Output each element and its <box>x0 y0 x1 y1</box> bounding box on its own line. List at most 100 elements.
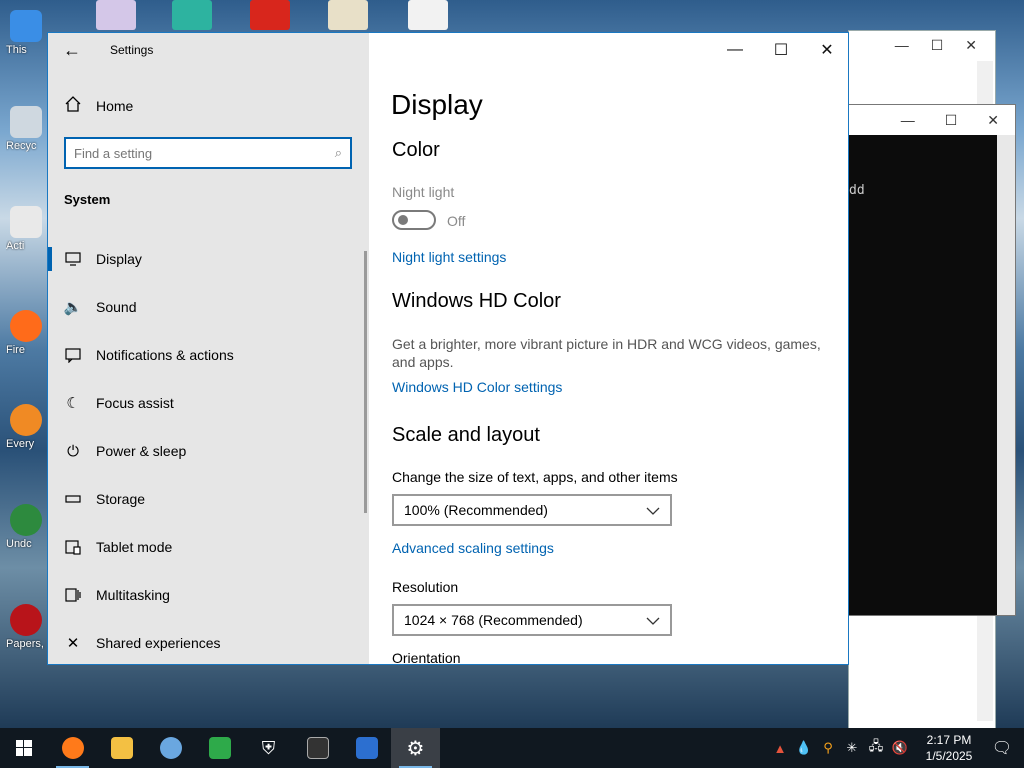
nav-item-label: Power & sleep <box>96 443 187 459</box>
undo-app-icon <box>10 504 42 536</box>
network-icon[interactable]: 🖧 <box>868 738 884 756</box>
console-output: dd <box>849 183 865 198</box>
notification-icon <box>64 346 82 364</box>
night-light-toggle[interactable] <box>392 210 436 230</box>
nav-item-tablet-mode[interactable]: Tablet mode <box>48 523 364 571</box>
search-icon[interactable]: ⌕ <box>335 145 342 161</box>
nav-item-label: Notifications & actions <box>96 347 234 363</box>
papers-please-icon <box>10 604 42 636</box>
scale-value: 100% (Recommended) <box>404 502 548 518</box>
back-button[interactable]: ← <box>48 33 96 67</box>
night-light-settings-link[interactable]: Night light settings <box>392 249 506 265</box>
tablet-icon <box>64 538 82 556</box>
hd-color-description: Get a brighter, more vibrant picture in … <box>392 336 821 370</box>
minimize-icon[interactable]: — <box>901 112 915 128</box>
volume-muted-icon[interactable]: 🔇 <box>892 740 908 756</box>
maximize-button[interactable]: ☐ <box>758 33 804 67</box>
close-button[interactable]: ✕ <box>804 33 848 67</box>
taskbar-green-app[interactable] <box>195 728 244 768</box>
resolution-label: Resolution <box>392 579 459 595</box>
snowflake-icon[interactable]: ✳ <box>844 740 860 756</box>
firefox-icon <box>10 310 42 342</box>
clock-date: 1/5/2025 <box>925 749 973 763</box>
taskbar-settings[interactable]: ⚙ <box>391 728 440 768</box>
hd-color-heading: Windows HD Color <box>392 290 561 312</box>
taskbar-command-prompt[interactable] <box>293 728 342 768</box>
desktop-icon-recycle-bin[interactable]: Recyc <box>6 106 46 162</box>
nav-item-label: Display <box>96 251 142 267</box>
action-center-icon[interactable]: 🗨 <box>992 738 1012 758</box>
nav-item-shared-experiences[interactable]: ✕ Shared experiences <box>48 619 364 664</box>
gear-icon: ⚙ <box>406 737 425 760</box>
desktop-icon-undo[interactable]: Undc <box>6 504 46 560</box>
system-tray: ▲ 💧 ⚲ ✳ 🖧 🔇 2:17 PM 1/5/2025 <box>772 728 976 768</box>
taskbar-powershell[interactable] <box>342 728 391 768</box>
nav-scrollbar[interactable] <box>364 251 367 513</box>
desktop-top-icon-3[interactable] <box>250 0 290 30</box>
hd-color-settings-link[interactable]: Windows HD Color settings <box>392 379 562 395</box>
desktop-icon-firefox[interactable]: Fire <box>6 310 46 366</box>
maximize-icon[interactable]: ☐ <box>931 37 944 54</box>
desktop-icon-activate[interactable]: Acti <box>6 206 46 262</box>
taskbar-windows-security[interactable]: ⛨ <box>244 728 293 768</box>
close-icon[interactable]: ✕ <box>965 37 977 54</box>
scale-label: Change the size of text, apps, and other… <box>392 469 678 485</box>
desktop-icon-papers-please[interactable]: Papers, P <box>6 604 46 660</box>
nav-item-label: Tablet mode <box>96 539 173 555</box>
folder-icon <box>110 737 133 759</box>
nav-item-display[interactable]: Display <box>48 235 364 283</box>
tray-app-icon[interactable]: ▲ <box>772 740 788 756</box>
console-window[interactable]: — ☐ ✕ dd <box>848 104 1016 616</box>
resolution-dropdown[interactable]: 1024 × 768 (Recommended) <box>392 604 672 636</box>
page-title: Display <box>391 89 483 120</box>
clock[interactable]: 2:17 PM 1/5/2025 <box>922 732 976 764</box>
minimize-icon[interactable]: — <box>895 37 909 53</box>
powershell-icon <box>355 737 378 759</box>
taskbar-firefox[interactable] <box>48 728 97 768</box>
nav-item-label: Focus assist <box>96 395 174 411</box>
nav-item-sound[interactable]: 🔈 Sound <box>48 283 364 331</box>
storage-icon <box>64 490 82 508</box>
desktop-icon-everything[interactable]: Every <box>6 404 46 460</box>
night-light-label: Night light <box>392 184 455 200</box>
search-input[interactable] <box>74 145 335 161</box>
desktop-icon-this-pc[interactable]: This <box>6 10 46 66</box>
firefox-icon <box>61 737 84 759</box>
nav-item-focus-assist[interactable]: ☾ Focus assist <box>48 379 364 427</box>
nav-item-power-sleep[interactable]: ⏻ Power & sleep <box>48 427 364 475</box>
window-controls: — ☐ ✕ <box>712 33 848 67</box>
desktop-top-icon-1[interactable] <box>96 0 136 30</box>
scale-layout-heading: Scale and layout <box>392 424 540 446</box>
close-icon: ✕ <box>820 42 834 59</box>
minimize-icon: — <box>727 41 743 58</box>
terminal-icon <box>306 737 329 759</box>
search-box[interactable]: ⌕ <box>64 137 352 169</box>
nav-item-label: Sound <box>96 299 137 315</box>
scrollbar[interactable] <box>997 135 1015 615</box>
nav-item-label: Storage <box>96 491 146 507</box>
close-icon[interactable]: ✕ <box>987 112 999 129</box>
settings-content-pane: — ☐ ✕ Display Color Night light Off Nigh… <box>369 33 848 665</box>
scale-dropdown[interactable]: 100% (Recommended) <box>392 494 672 526</box>
droplet-icon[interactable]: 💧 <box>796 740 812 756</box>
nav-home[interactable]: Home <box>64 95 133 116</box>
taskbar-people[interactable] <box>146 728 195 768</box>
desktop-top-icon-2[interactable] <box>172 0 212 30</box>
advanced-scaling-link[interactable]: Advanced scaling settings <box>392 540 554 556</box>
taskbar: ⛨ ⚙ ▲ 💧 ⚲ ✳ 🖧 🔇 2:17 PM 1/5/2025 🗨 <box>0 728 1024 768</box>
nav-item-multitasking[interactable]: Multitasking <box>48 571 364 619</box>
nav-item-storage[interactable]: Storage <box>48 475 364 523</box>
speaker-icon: 🔈 <box>63 299 83 316</box>
nav-item-notifications[interactable]: Notifications & actions <box>48 331 364 379</box>
desktop-top-icon-5[interactable] <box>408 0 448 30</box>
taskbar-file-explorer[interactable] <box>97 728 146 768</box>
orientation-label: Orientation <box>392 650 461 665</box>
toggle-knob <box>398 215 408 225</box>
home-icon <box>64 95 82 116</box>
search-magnifier-icon[interactable]: ⚲ <box>820 740 836 756</box>
minimize-button[interactable]: — <box>712 33 758 67</box>
maximize-icon[interactable]: ☐ <box>945 112 958 129</box>
desktop-top-icon-4[interactable] <box>328 0 368 30</box>
start-button[interactable] <box>0 728 48 768</box>
shared-experiences-icon: ✕ <box>66 635 80 652</box>
